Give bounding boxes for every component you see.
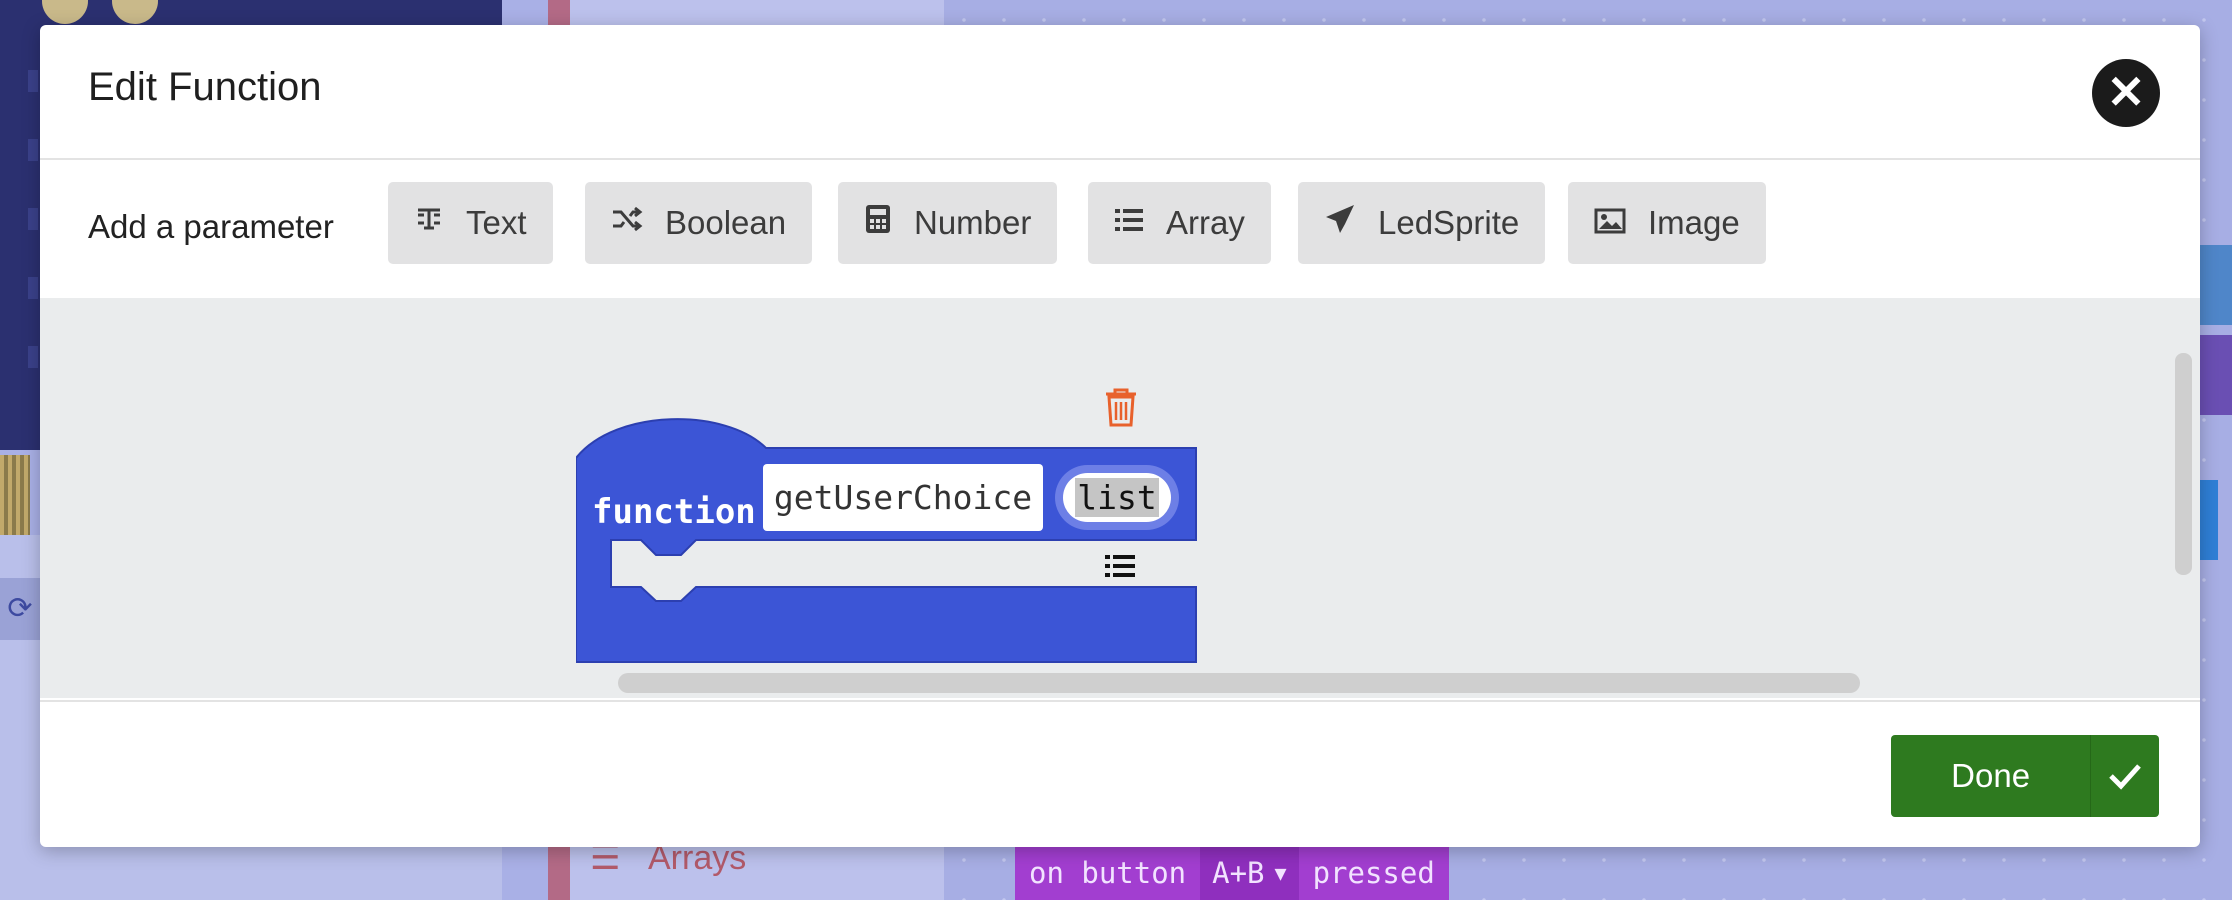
- simulator-decoration: [42, 0, 88, 24]
- simulator-leds: [28, 70, 38, 415]
- function-parameter-field[interactable]: list: [1063, 473, 1171, 522]
- text-icon: [414, 204, 444, 242]
- calculator-icon: [864, 203, 892, 243]
- function-parameter[interactable]: list: [1055, 465, 1179, 530]
- block-suffix: pressed: [1312, 855, 1435, 890]
- dialog-footer: Done: [40, 700, 2200, 847]
- param-button-label: Text: [466, 204, 527, 241]
- add-ledsprite-parameter-button[interactable]: LedSprite: [1298, 182, 1546, 264]
- image-icon: [1594, 205, 1626, 242]
- add-text-parameter-button[interactable]: Text: [388, 182, 553, 264]
- simulator-decoration: [112, 0, 158, 24]
- add-image-parameter-button[interactable]: Image: [1568, 182, 1766, 264]
- horizontal-scrollbar[interactable]: [618, 673, 1860, 693]
- workspace-block-fragment: [2196, 335, 2232, 415]
- list-icon: [1114, 205, 1144, 242]
- shuffle-icon: [611, 204, 643, 242]
- add-parameter-label: Add a parameter: [88, 208, 334, 245]
- function-name-field[interactable]: getUserChoice: [763, 464, 1043, 531]
- add-parameter-row: Add a parameter Text Boolean Number Arra…: [40, 160, 2200, 298]
- function-block-shape: [575, 418, 1197, 663]
- list-icon: [1104, 552, 1136, 588]
- add-boolean-parameter-button[interactable]: Boolean: [585, 182, 813, 264]
- function-parameter-text: list: [1075, 478, 1159, 517]
- edit-function-dialog: Edit Function ✕ Add a parameter Text Boo…: [40, 25, 2200, 847]
- dialog-header: Edit Function ✕: [40, 25, 2200, 160]
- done-button-label: Done: [1951, 757, 2031, 794]
- param-button-label: Image: [1648, 204, 1740, 241]
- simulator-pins: [0, 455, 30, 535]
- paper-plane-icon: [1324, 203, 1356, 243]
- workspace-block-fragment: [2196, 245, 2232, 325]
- done-button[interactable]: Done: [1891, 735, 2159, 817]
- button-dropdown[interactable]: A+B ▼: [1200, 845, 1299, 900]
- param-button-label: Number: [914, 204, 1032, 241]
- vertical-scrollbar[interactable]: [2175, 353, 2192, 575]
- add-array-parameter-button[interactable]: Array: [1088, 182, 1271, 264]
- function-editor-workspace[interactable]: function getUserChoice list: [40, 298, 2200, 698]
- dropdown-arrow-icon: ▼: [1274, 860, 1287, 885]
- refresh-icon[interactable]: ⟳: [0, 578, 40, 640]
- button-dropdown-value: A+B: [1212, 855, 1265, 890]
- param-button-label: Boolean: [665, 204, 787, 241]
- close-icon[interactable]: ✕: [2092, 59, 2160, 127]
- function-keyword: function: [592, 492, 756, 532]
- on-button-pressed-block[interactable]: on button A+B ▼ pressed: [1015, 845, 1449, 900]
- block-prefix: on button: [1029, 855, 1187, 890]
- check-icon: [2090, 735, 2159, 817]
- add-number-parameter-button[interactable]: Number: [838, 182, 1058, 264]
- param-button-label: LedSprite: [1378, 204, 1520, 241]
- param-button-label: Array: [1166, 204, 1245, 241]
- function-definition-block[interactable]: function getUserChoice list: [575, 412, 1200, 669]
- dialog-title: Edit Function: [88, 65, 322, 109]
